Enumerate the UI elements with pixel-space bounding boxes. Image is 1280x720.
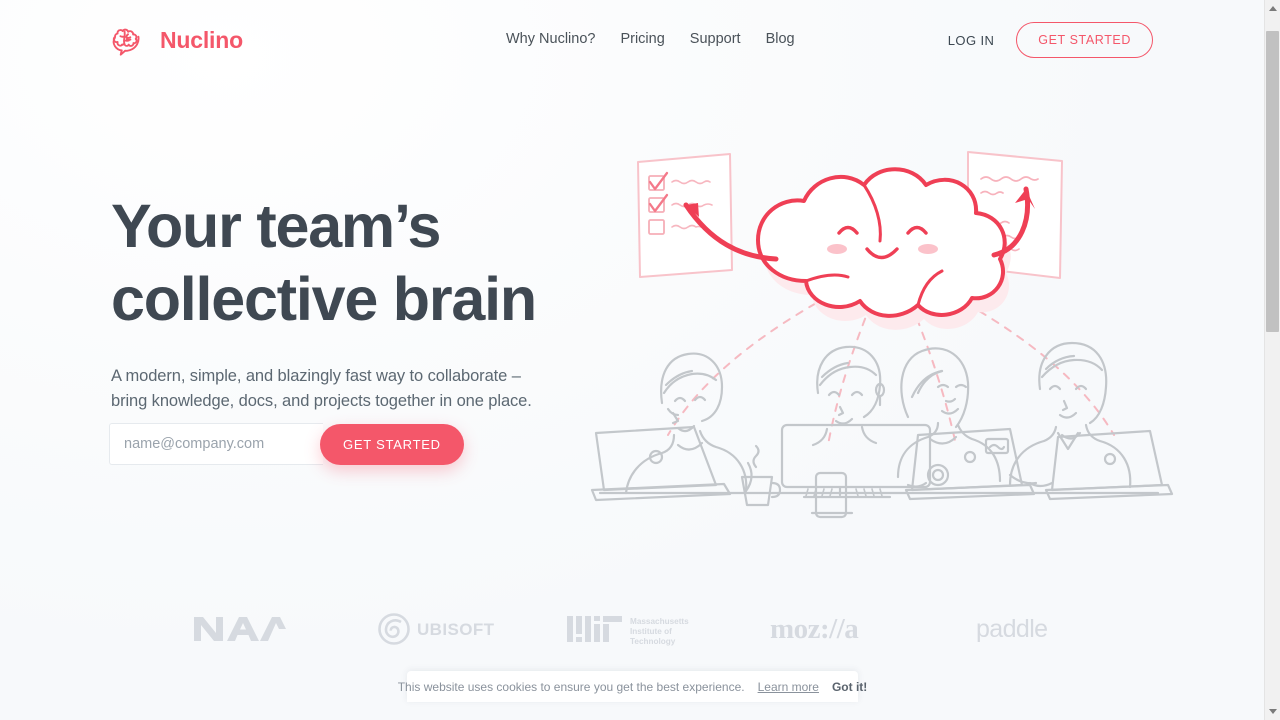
- nav-item-pricing[interactable]: Pricing: [620, 31, 664, 47]
- svg-text:Institute of: Institute of: [630, 627, 672, 636]
- team-collective-brain-illustration: [590, 145, 1180, 520]
- mit-logo: Massachusetts Institute of Technology: [534, 594, 730, 664]
- nav-item-why-nuclino[interactable]: Why Nuclino?: [506, 31, 595, 47]
- brand-name: Nuclino: [160, 26, 243, 53]
- header-actions: LOG IN GET STARTED: [948, 22, 1153, 58]
- hero-subtitle-line-2: bring knowledge, docs, and projects toge…: [111, 392, 532, 410]
- page-scrollbar[interactable]: [1264, 0, 1280, 720]
- ubisoft-logo: UBISOFT: [338, 594, 534, 664]
- email-field[interactable]: [109, 423, 323, 465]
- header-get-started-button[interactable]: GET STARTED: [1016, 22, 1153, 58]
- svg-text:Massachusetts: Massachusetts: [630, 617, 689, 626]
- scrollbar-thumb[interactable]: [1266, 31, 1279, 332]
- nasa-logo: [142, 594, 338, 664]
- svg-text:Technology: Technology: [630, 637, 676, 646]
- customer-logos: UBISOFT Massachusetts Institute of Techn…: [0, 592, 1264, 666]
- hero-copy: Your team’s collective brain A modern, s…: [111, 190, 581, 414]
- brand-logo-link[interactable]: Nuclino: [111, 24, 243, 56]
- hero-title-line-1: Your team’s: [111, 192, 441, 260]
- nav-item-support[interactable]: Support: [690, 31, 741, 47]
- hero-title-line-2: collective brain: [111, 265, 537, 333]
- svg-text:UBISOFT: UBISOFT: [417, 620, 495, 639]
- hero-get-started-button[interactable]: GET STARTED: [320, 423, 464, 465]
- caret-up-icon[interactable]: [1265, 0, 1280, 17]
- paddle-logo: paddle: [926, 594, 1122, 664]
- main-navigation: Why Nuclino? Pricing Support Blog: [506, 31, 795, 47]
- signup-form: GET STARTED: [109, 423, 467, 465]
- checklist-card: [637, 153, 733, 278]
- mozilla-logo: moz://a: [730, 594, 926, 664]
- brain-speech-bubble-icon: [111, 24, 151, 56]
- cookie-learn-more-link[interactable]: Learn more: [758, 680, 819, 694]
- svg-text:paddle: paddle: [976, 615, 1047, 643]
- hero-subtitle: A modern, simple, and blazingly fast way…: [111, 364, 561, 414]
- site-header: Nuclino Why Nuclino? Pricing Support Blo…: [0, 0, 1264, 80]
- caret-down-icon[interactable]: [1265, 703, 1280, 720]
- hero-subtitle-line-1: A modern, simple, and blazingly fast way…: [111, 367, 521, 385]
- nav-item-blog[interactable]: Blog: [766, 31, 795, 47]
- page-title: Your team’s collective brain: [111, 190, 581, 336]
- login-link[interactable]: LOG IN: [948, 33, 994, 48]
- cookie-message: This website uses cookies to ensure you …: [397, 679, 745, 694]
- page-viewport: Nuclino Why Nuclino? Pricing Support Blo…: [0, 0, 1264, 720]
- cookie-accept-button[interactable]: Got it!: [832, 680, 867, 694]
- svg-text:moz://a: moz://a: [770, 614, 859, 644]
- cookie-consent-banner: This website uses cookies to ensure you …: [398, 671, 867, 702]
